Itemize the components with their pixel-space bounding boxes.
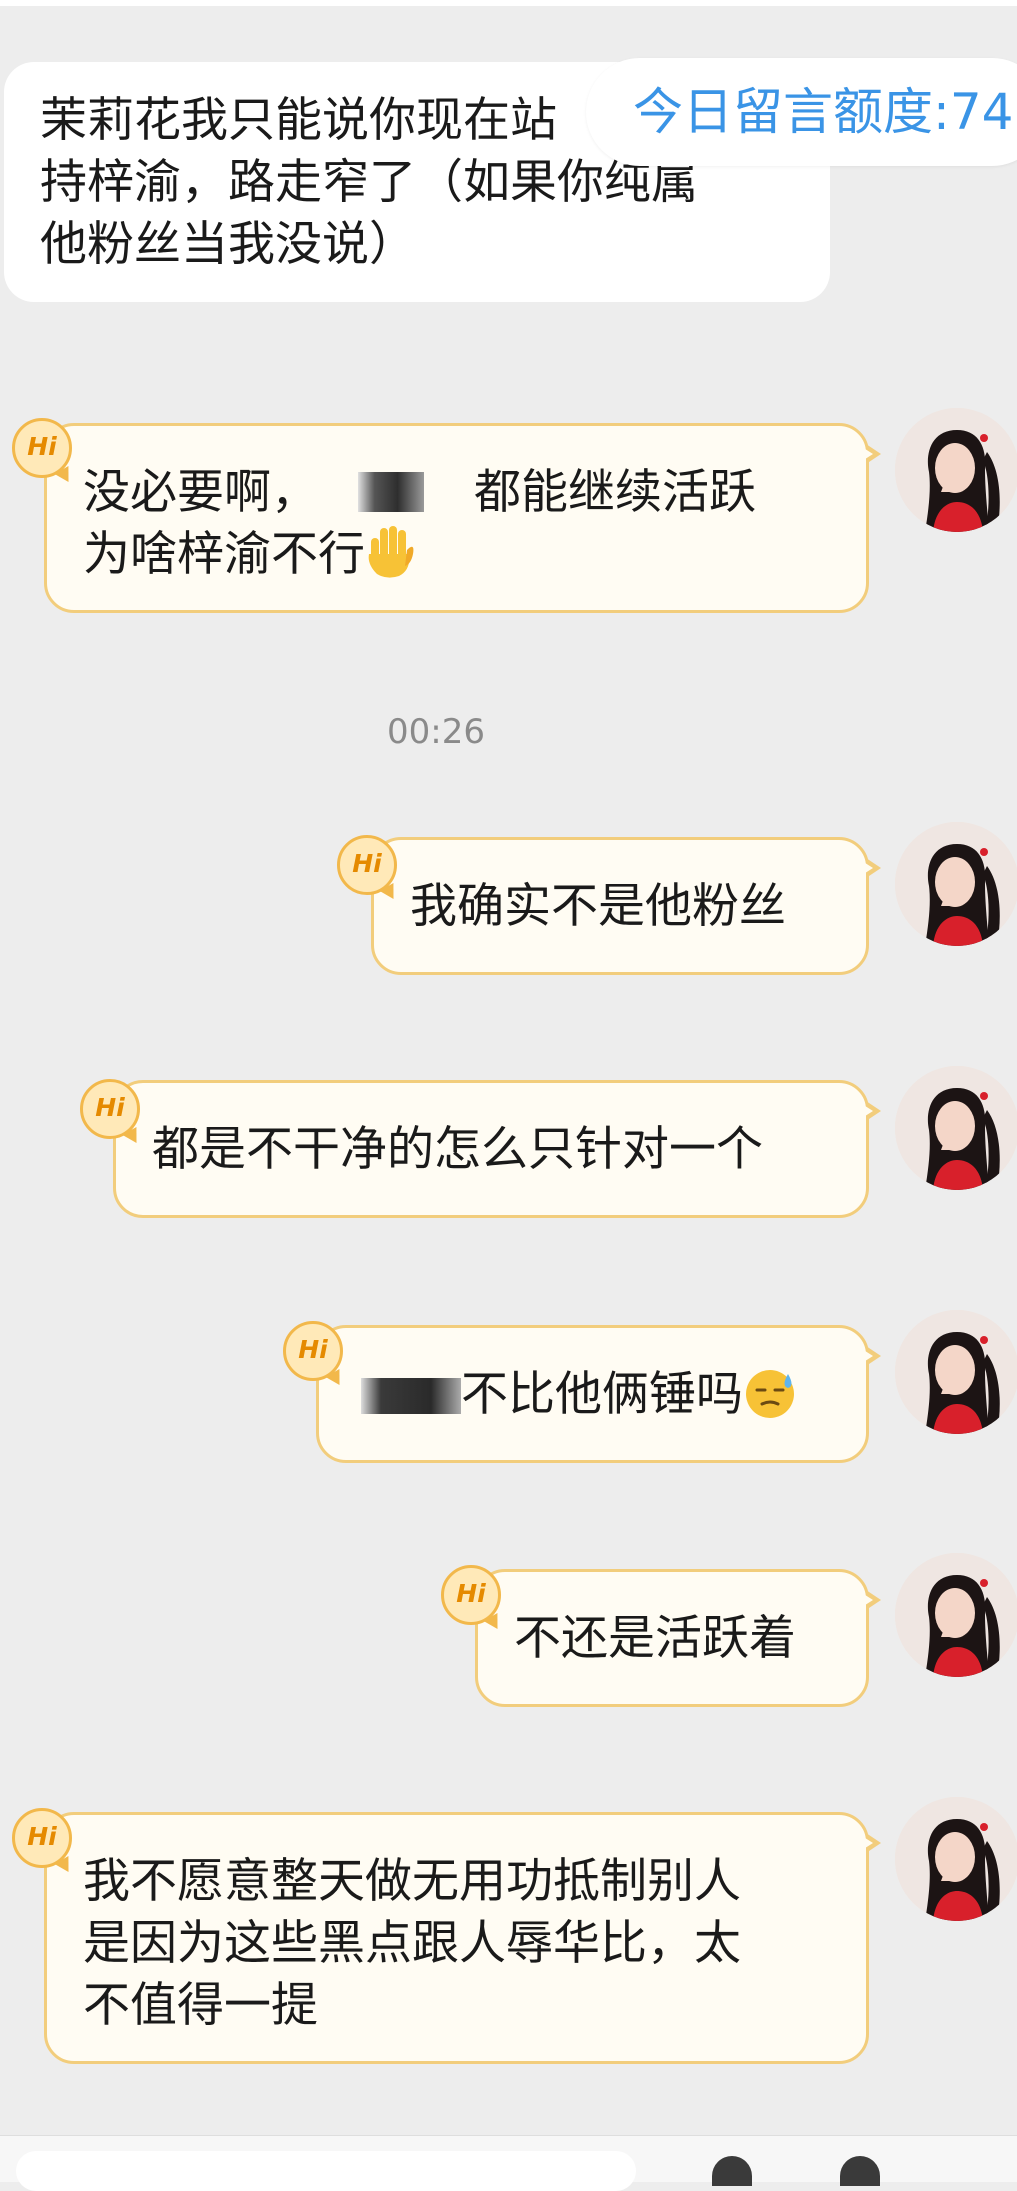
outgoing-message-bubble[interactable]: 不比他俩锤吗 — [316, 1325, 881, 1463]
message-line: 为啥梓渝不行 — [83, 524, 866, 586]
hi-badge-icon: Hi — [441, 1565, 501, 1625]
status-strip — [0, 0, 1017, 6]
downcast-face-with-sweat-emoji — [746, 1370, 794, 1418]
message-line-2: 是因为这些黑点跟人辱华比，太 — [83, 1916, 741, 1971]
outgoing-message-bubble[interactable]: 都是不干净的怎么只针对一个 — [113, 1080, 881, 1218]
message-text: 都能继续活跃 — [474, 465, 756, 520]
bubble-tail — [862, 858, 881, 878]
outgoing-message-bubble[interactable]: 没必要啊， 都能继续活跃 为啥梓渝不行 — [44, 423, 881, 613]
outgoing-message-bubble[interactable]: 不还是活跃着 — [475, 1569, 881, 1707]
incoming-message-line-3: 他粉丝当我没说） — [40, 217, 416, 272]
message-line: 没必要啊， 都能继续活跃 — [83, 462, 866, 524]
bubble-tail — [862, 1590, 881, 1610]
bubble-tail — [862, 1346, 881, 1366]
user-avatar[interactable] — [895, 1066, 1017, 1190]
message-text: 我确实不是他粉丝 — [410, 879, 786, 934]
message-timestamp: 00:26 — [387, 712, 485, 752]
message-quota-pill: 今日留言额度:74 — [586, 58, 1017, 166]
redacted-name — [361, 1378, 461, 1414]
message-line: 不比他俩锤吗 — [361, 1364, 866, 1426]
hi-badge-icon: Hi — [80, 1079, 140, 1139]
outgoing-message-bubble[interactable]: 我确实不是他粉丝 — [371, 837, 881, 975]
message-text: 没必要啊， — [83, 465, 318, 520]
message-text: 不还是活跃着 — [514, 1611, 796, 1666]
user-avatar[interactable] — [895, 822, 1017, 946]
user-avatar[interactable] — [895, 1553, 1017, 1677]
bubble-tail — [862, 1833, 881, 1853]
hi-badge-icon: Hi — [283, 1321, 343, 1381]
hi-badge-icon: Hi — [337, 835, 397, 895]
redacted-name — [358, 472, 424, 512]
message-text: 都是不干净的怎么只针对一个 — [152, 1122, 763, 1177]
hi-badge-icon: Hi — [12, 418, 72, 478]
outgoing-message-bubble[interactable]: 我不愿意整天做无用功抵制别人 是因为这些黑点跟人辱华比，太 不值得一提 — [44, 1812, 881, 2064]
hi-badge-icon: Hi — [12, 1808, 72, 1868]
message-line-1: 我不愿意整天做无用功抵制别人 — [83, 1854, 741, 1909]
message-line-3: 不值得一提 — [83, 1978, 318, 2033]
raised-hand-emoji — [368, 526, 414, 578]
user-avatar[interactable] — [895, 1310, 1017, 1434]
message-text: 为啥梓渝不行 — [83, 527, 365, 582]
user-avatar[interactable] — [895, 408, 1017, 532]
message-text: 不比他俩锤吗 — [461, 1367, 743, 1422]
bubble-tail — [862, 1101, 881, 1121]
user-avatar[interactable] — [895, 1797, 1017, 1921]
bubble-tail — [862, 444, 881, 464]
message-input[interactable] — [16, 2151, 636, 2191]
